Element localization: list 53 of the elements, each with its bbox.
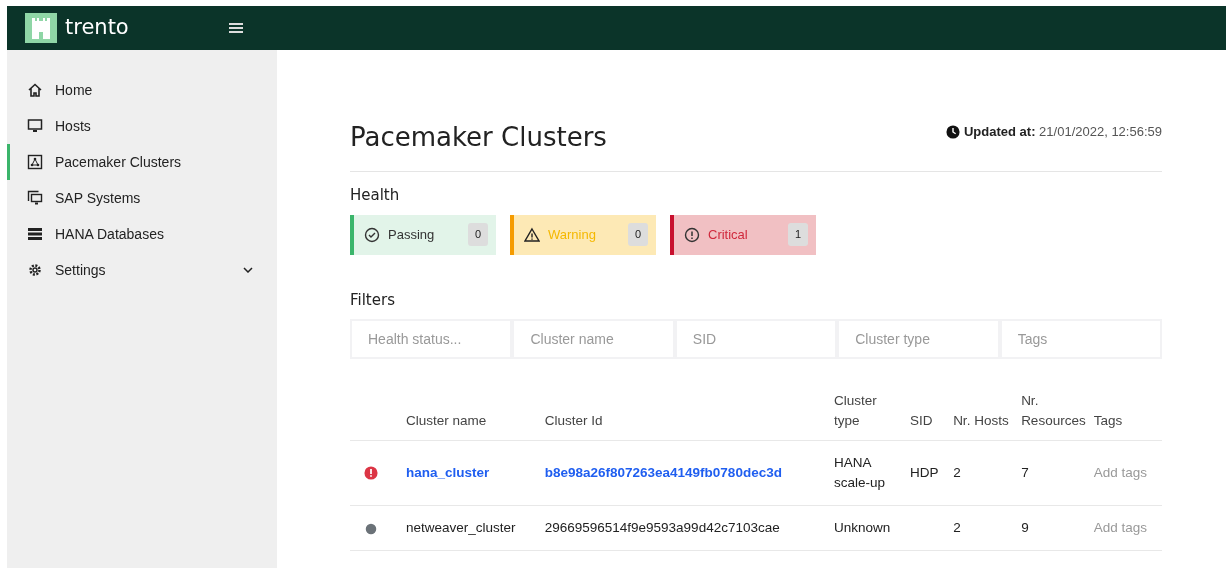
filter-field[interactable]: Health status... [350,319,513,360]
count-badge: 1 [787,223,808,246]
health-filter-button[interactable]: Warning 0 [510,214,656,255]
column-header: SID [906,385,950,441]
filter-field[interactable]: SID [674,319,838,360]
filter-field[interactable]: Cluster name [512,319,675,360]
sidebar-item[interactable]: HANA Databases [7,216,277,252]
updated-timestamp: Updated at: 21/01/2022, 12:56:59 [964,122,1162,141]
filter-field[interactable]: Cluster type [837,319,1000,360]
home-icon [27,82,43,98]
health-filter-button[interactable]: Passing 0 [350,214,496,255]
column-header: Nr. Hosts [949,385,1018,441]
table-cell: 29669596514f9e9593a99d42c7103cae [544,520,780,536]
column-header: Cluster Id [540,385,831,441]
table-cell-text: HANA scale-up [834,453,887,492]
page-title: Pacemaker Clusters [350,122,607,154]
list-icon [27,226,43,242]
count-badge: 0 [627,223,648,246]
menu-button[interactable] [228,22,243,34]
clock-icon [946,124,960,139]
count-badge: 0 [467,223,488,246]
table-link[interactable]: hana_cluster [406,464,490,480]
column-header: Tags [1089,385,1162,441]
settings-icon [27,262,43,278]
filter-field[interactable]: Tags [999,319,1163,360]
network-icon [27,154,43,170]
table-cell: HDP [910,464,939,480]
castle-logo [25,13,57,43]
monitors-icon [27,190,43,206]
sidebar-item[interactable]: Settings [7,252,277,288]
sidebar-item[interactable]: Pacemaker Clusters [7,144,277,180]
table-cell: 7 [1021,464,1029,480]
monitor-icon [27,118,43,134]
table-cell: 9 [1021,520,1029,536]
column-header: Cluster type [830,385,907,441]
sidebar-item[interactable]: Hosts [7,108,277,144]
sidebar-item[interactable]: Home [7,72,277,108]
column-header: Nr. Resources [1017,385,1090,441]
check-circle-icon [364,226,380,243]
sidebar-item[interactable]: SAP Systems [7,180,277,216]
menu-icon [228,22,243,34]
brand-name: trento [65,14,129,42]
section-heading: Filters [350,289,396,311]
alert-circle-icon [684,226,700,243]
column-header: Cluster name [402,385,541,441]
table-cell: netweaver_cluster [406,520,516,536]
table-link[interactable]: b8e98a26f807263ea4149fb0780dec3d [544,464,782,480]
table-cell: 2 [953,520,961,536]
table-cell: 2 [953,464,961,480]
section-heading: Health [350,185,401,207]
table-cell-text: Unknown [834,519,891,538]
warning-icon [524,226,540,243]
health-filter-button[interactable]: Critical 1 [670,214,816,255]
